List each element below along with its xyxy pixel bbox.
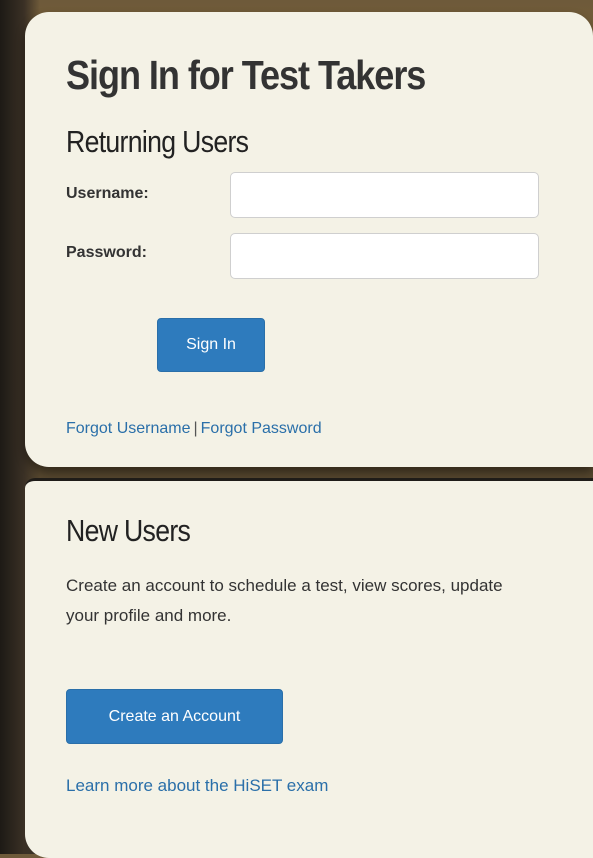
password-label: Password: [66, 244, 147, 261]
forgot-links: Forgot Username | Forgot Password [66, 420, 322, 438]
forgot-password-link[interactable]: Forgot Password [201, 420, 322, 437]
username-label: Username: [66, 185, 149, 202]
new-users-heading: New Users [66, 513, 191, 548]
create-account-button[interactable]: Create an Account [66, 689, 283, 744]
password-input[interactable] [230, 233, 539, 279]
signin-panel: Sign In for Test Takers Returning Users … [25, 12, 593, 467]
returning-users-heading: Returning Users [66, 124, 249, 159]
new-users-description: Create an account to schedule a test, vi… [66, 576, 503, 625]
link-separator: | [193, 420, 198, 437]
new-users-panel: New Users Create an account to schedule … [25, 478, 593, 858]
sign-in-button[interactable]: Sign In [157, 318, 265, 372]
username-input[interactable] [230, 172, 539, 218]
forgot-username-link[interactable]: Forgot Username [66, 420, 191, 437]
learn-more-link[interactable]: Learn more about the HiSET exam [66, 776, 328, 796]
page-title: Sign In for Test Takers [66, 52, 426, 98]
